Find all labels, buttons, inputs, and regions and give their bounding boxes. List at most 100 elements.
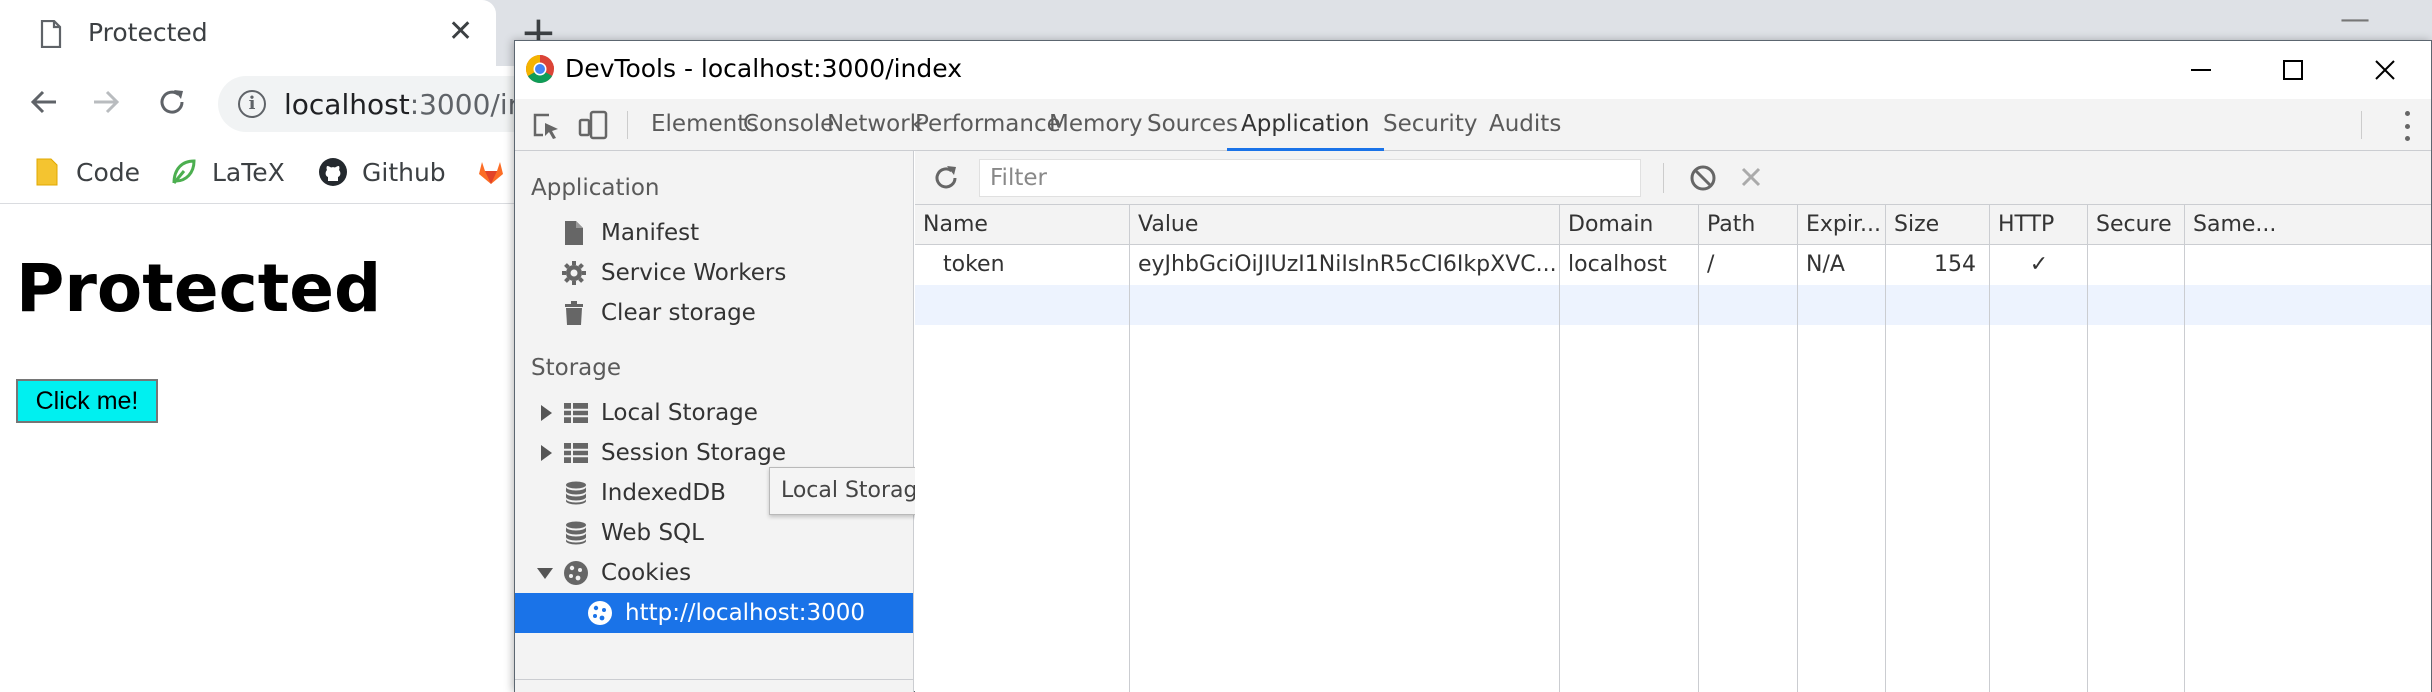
sidebar-divider: [515, 679, 913, 680]
reload-button[interactable]: [150, 80, 194, 124]
cookie-http-only: ✓: [2029, 252, 2049, 277]
click-me-button[interactable]: Click me!: [16, 379, 158, 423]
sidebar-item-cookie-origin[interactable]: http://localhost:3000: [515, 593, 913, 633]
toolbar-divider: [627, 111, 628, 139]
tab-audits[interactable]: Audits: [1475, 99, 1575, 151]
reload-icon: [160, 90, 184, 114]
document-icon: [565, 221, 583, 245]
devtools-titlebar: DevTools - localhost:3000/index: [515, 41, 2431, 99]
column-divider: [1885, 205, 1886, 692]
column-header-name[interactable]: Name: [915, 205, 1129, 245]
tab-title: Protected: [88, 18, 208, 47]
toolbar-divider: [1663, 163, 1664, 193]
column-divider: [2184, 205, 2185, 692]
more-options-icon[interactable]: [2397, 111, 2417, 141]
page-content: Protected Click me!: [0, 205, 520, 692]
sidebar-item-label: http://localhost:3000: [625, 600, 865, 626]
cookie-name: token: [943, 252, 1005, 277]
cookie-icon: [564, 561, 588, 585]
table-row-empty[interactable]: [915, 285, 2431, 325]
devtools-window: DevTools - localhost:3000/index Elements…: [514, 40, 2432, 692]
sidebar-item-service-workers[interactable]: Service Workers: [515, 253, 913, 293]
column-header-size[interactable]: Size: [1886, 205, 1990, 245]
bookmark-github[interactable]: Github: [318, 152, 446, 192]
cookie-secure: [2088, 245, 2185, 285]
expand-arrow-icon[interactable]: [541, 405, 552, 421]
column-header-domain[interactable]: Domain: [1560, 205, 1698, 245]
sidebar-item-label: Clear storage: [601, 300, 756, 326]
cookie-size: 154: [1934, 252, 1976, 277]
gitlab-icon: [479, 162, 503, 184]
filter-input[interactable]: [979, 159, 1641, 197]
column-divider: [1989, 205, 1990, 692]
cookie-icon: [588, 601, 612, 625]
column-header-path[interactable]: Path: [1699, 205, 1797, 245]
devtools-title: DevTools - localhost:3000/index: [565, 54, 963, 83]
leaf-icon: [172, 159, 196, 184]
sidebar-item-label: Web SQL: [601, 520, 704, 546]
close-window-button[interactable]: [2339, 41, 2431, 99]
toolbar-divider: [2361, 111, 2362, 139]
column-header-value[interactable]: Value: [1130, 205, 1558, 245]
bookmark-code[interactable]: Code: [32, 152, 140, 192]
column-header-secure[interactable]: Secure: [2088, 205, 2185, 245]
minimize-icon: [2191, 69, 2211, 71]
sidebar-item-cookies[interactable]: Cookies: [515, 553, 913, 593]
sidebar-item-web-sql[interactable]: Web SQL: [515, 513, 913, 553]
expand-arrow-icon[interactable]: [541, 445, 552, 461]
trash-icon: [565, 301, 583, 325]
sidebar-item-label: IndexedDB: [601, 480, 726, 506]
github-icon: [319, 158, 347, 186]
chrome-logo-icon: [526, 55, 554, 83]
tab-application[interactable]: Application: [1227, 99, 1384, 151]
sidebar-item-local-storage[interactable]: Local Storage: [515, 393, 913, 433]
cookies-toolbar: [915, 151, 2431, 205]
database-icon: [566, 481, 586, 505]
sidebar-section-application: Application: [531, 175, 660, 201]
url-text[interactable]: localhost:3000/in: [284, 88, 525, 121]
clear-all-icon[interactable]: [1689, 164, 1717, 192]
gear-icon: [562, 261, 586, 285]
bookmark-label: Code: [76, 157, 141, 187]
sidebar-item-label: Cookies: [601, 560, 692, 586]
arrow-right-icon: [94, 90, 120, 114]
collapse-arrow-icon[interactable]: [537, 568, 553, 579]
info-icon[interactable]: i: [238, 90, 266, 118]
forward-button[interactable]: [84, 80, 128, 124]
cookie-domain: localhost: [1568, 252, 1667, 277]
arrow-left-icon: [30, 90, 56, 114]
column-header-http[interactable]: HTTP: [1990, 205, 2088, 245]
table-row[interactable]: token eyJhbGciOiJIUzI1NiIsInR5cCI6IkpXVC…: [915, 245, 2431, 285]
cookie-samesite: [2185, 245, 2309, 285]
folder-icon: [36, 158, 58, 186]
column-divider: [1559, 205, 1560, 692]
cookie-expires: N/A: [1806, 252, 1845, 277]
document-icon: [40, 20, 62, 48]
tab-security[interactable]: Security: [1369, 99, 1491, 151]
sidebar-item-label: Session Storage: [601, 440, 787, 466]
sidebar-item-label: Manifest: [601, 220, 700, 246]
inspect-element-icon[interactable]: [531, 111, 561, 141]
minimize-icon[interactable]: —: [2340, 2, 2370, 37]
sidebar-item-manifest[interactable]: Manifest: [515, 213, 913, 253]
device-toolbar-icon[interactable]: [577, 109, 609, 141]
close-tab-icon[interactable]: ✕: [448, 14, 473, 50]
column-divider: [1129, 205, 1130, 692]
sidebar-item-label: Local Storage: [601, 400, 758, 426]
maximize-button[interactable]: [2247, 41, 2339, 99]
bookmark-label: LaTeX: [212, 157, 285, 187]
refresh-icon[interactable]: [931, 163, 961, 193]
sidebar-section-storage: Storage: [531, 355, 621, 381]
application-sidebar: Application Manifest Service Workers Cle…: [515, 151, 914, 692]
grid-icon: [564, 403, 588, 423]
browser-tab[interactable]: Protected ✕: [0, 0, 496, 66]
column-header-expires[interactable]: Expir...: [1798, 205, 1886, 245]
column-divider: [1698, 205, 1699, 692]
maximize-icon: [2283, 60, 2303, 80]
sidebar-item-clear-storage[interactable]: Clear storage: [515, 293, 913, 333]
bookmark-latex[interactable]: LaTeX: [168, 152, 285, 192]
delete-selected-icon[interactable]: [1737, 163, 1765, 191]
back-button[interactable]: [22, 80, 66, 124]
column-header-samesite[interactable]: Same...: [2185, 205, 2309, 245]
minimize-button[interactable]: [2155, 41, 2247, 99]
